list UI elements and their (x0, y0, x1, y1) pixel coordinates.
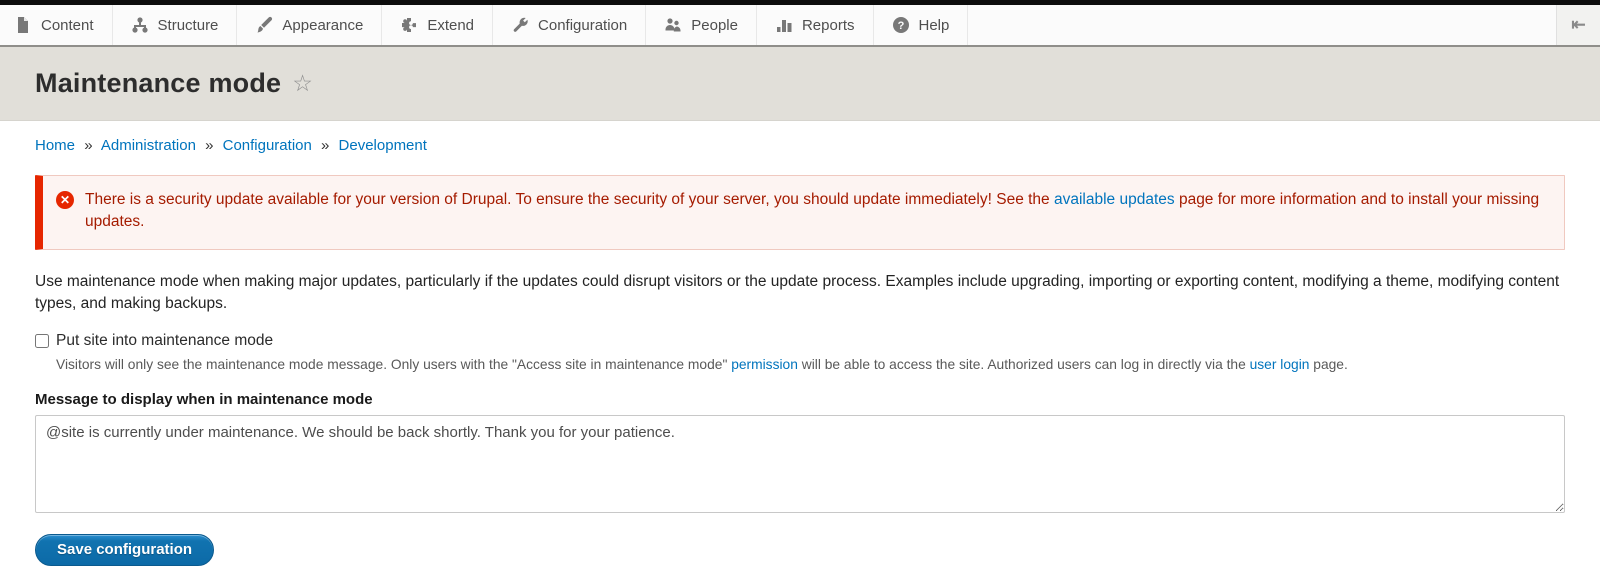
error-text-before: There is a security update available for… (85, 191, 1054, 208)
maintenance-mode-checkbox-label[interactable]: Put site into maintenance mode (56, 332, 273, 350)
user-login-link[interactable]: user login (1250, 357, 1310, 372)
admin-toolbar: Content Structure Appearance Extend Conf (0, 5, 1600, 47)
toolbar-item-label: People (691, 17, 738, 34)
breadcrumb-link-configuration[interactable]: Configuration (223, 137, 312, 154)
wrench-icon (511, 16, 529, 34)
checkbox-desc-part3: page. (1309, 357, 1347, 372)
paintbrush-icon (255, 16, 273, 34)
error-icon: ✕ (56, 191, 74, 209)
breadcrumb-link-administration[interactable]: Administration (101, 137, 196, 154)
save-configuration-button[interactable]: Save configuration (35, 534, 214, 566)
shortcut-star-icon[interactable]: ☆ (292, 72, 313, 95)
breadcrumb-separator: » (321, 137, 329, 154)
file-icon (14, 16, 32, 34)
toolbar-item-help[interactable]: ? Help (874, 5, 969, 45)
toolbar-item-content[interactable]: Content (0, 5, 113, 45)
breadcrumb-separator: » (205, 137, 213, 154)
main-content: Home » Administration » Configuration » … (0, 137, 1600, 566)
toolbar-item-people[interactable]: People (646, 5, 757, 45)
available-updates-link[interactable]: available updates (1054, 191, 1175, 208)
puzzle-icon (400, 16, 418, 34)
error-message-text: There is a security update available for… (85, 189, 1546, 234)
maintenance-mode-checkbox-description: Visitors will only see the maintenance m… (56, 355, 1565, 374)
maintenance-message-textarea[interactable]: @site is currently under maintenance. We… (35, 415, 1565, 513)
page-header: Maintenance mode ☆ (0, 47, 1600, 121)
checkbox-desc-part2: will be able to access the site. Authori… (798, 357, 1250, 372)
toolbar-orientation-toggle[interactable]: ⇤ (1556, 5, 1600, 45)
drupal-admin-page: Content Structure Appearance Extend Conf (0, 0, 1600, 574)
breadcrumb: Home » Administration » Configuration » … (35, 137, 1565, 154)
toolbar-item-label: Content (41, 17, 94, 34)
toolbar-item-label: Reports (802, 17, 855, 34)
breadcrumb-link-home[interactable]: Home (35, 137, 75, 154)
toolbar-item-label: Structure (158, 17, 219, 34)
toolbar-item-extend[interactable]: Extend (382, 5, 493, 45)
toolbar-item-label: Extend (427, 17, 474, 34)
toolbar-item-appearance[interactable]: Appearance (237, 5, 382, 45)
toolbar-item-configuration[interactable]: Configuration (493, 5, 646, 45)
toolbar-item-structure[interactable]: Structure (113, 5, 238, 45)
sitemap-icon (131, 16, 149, 34)
breadcrumb-separator: » (84, 137, 92, 154)
security-update-error-message: ✕ There is a security update available f… (35, 175, 1565, 250)
page-title: Maintenance mode (35, 68, 281, 99)
collapse-left-icon: ⇤ (1571, 15, 1585, 35)
maintenance-mode-intro: Use maintenance mode when making major u… (35, 271, 1565, 315)
toolbar-item-label: Appearance (282, 17, 363, 34)
toolbar-item-label: Configuration (538, 17, 627, 34)
breadcrumb-link-development[interactable]: Development (339, 137, 427, 154)
maintenance-mode-checkbox-row: Put site into maintenance mode (35, 332, 1565, 350)
maintenance-mode-checkbox[interactable] (35, 334, 49, 348)
people-icon (664, 16, 682, 34)
permission-link[interactable]: permission (731, 357, 798, 372)
help-icon: ? (892, 16, 910, 34)
message-field-label: Message to display when in maintenance m… (35, 391, 1565, 408)
toolbar-item-label: Help (919, 17, 950, 34)
svg-text:?: ? (897, 20, 904, 32)
toolbar-item-reports[interactable]: Reports (757, 5, 874, 45)
toolbar-spacer (968, 5, 1556, 45)
bar-chart-icon (775, 16, 793, 34)
checkbox-desc-part1: Visitors will only see the maintenance m… (56, 357, 731, 372)
